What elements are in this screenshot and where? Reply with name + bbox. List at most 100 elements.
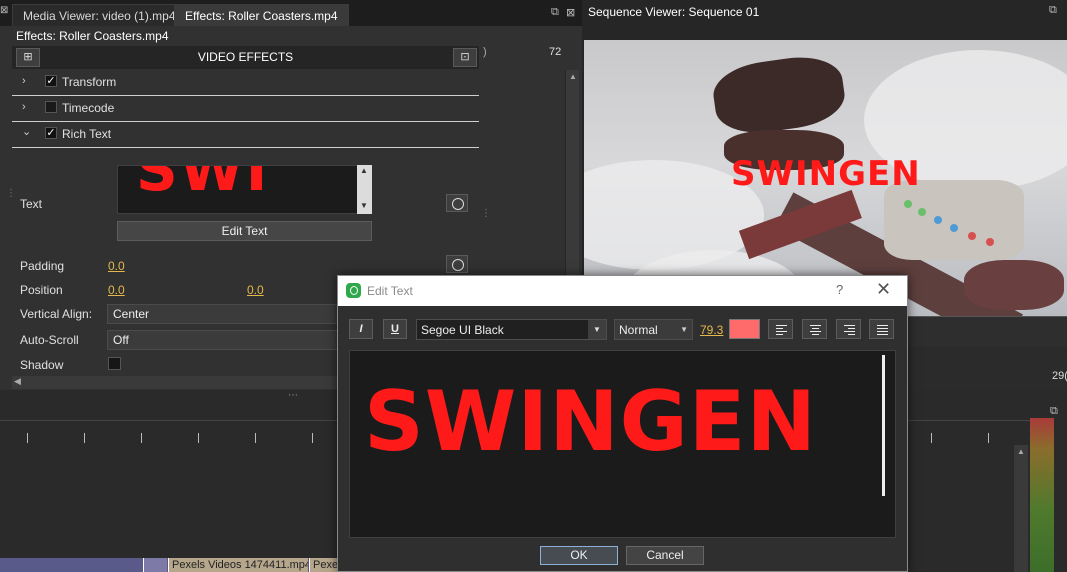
font-family-select[interactable]: Segoe UI Black ▼	[416, 319, 607, 340]
tab-scroll-left-icon[interactable]: ⊠	[0, 5, 8, 16]
light-dot	[950, 224, 958, 232]
effect-enable-checkbox[interactable]: ✓	[45, 75, 57, 87]
effect-row-timecode[interactable]: › Timecode	[12, 96, 479, 122]
panel-close-icon[interactable]: ⊠	[566, 6, 575, 19]
position-x-value[interactable]: 0.0	[108, 283, 125, 297]
italic-button[interactable]: I	[349, 319, 373, 339]
text-param-label: Text	[20, 197, 43, 211]
audio-meter-scrollbar[interactable]: ▲	[1014, 445, 1028, 572]
chevron-down-icon[interactable]: ▼	[588, 320, 606, 339]
resize-grip[interactable]: ⋯	[288, 390, 298, 401]
resize-grip[interactable]: ⋮	[6, 188, 16, 199]
effect-enable-checkbox[interactable]: ✓	[45, 127, 57, 139]
effect-label: Rich Text	[62, 127, 112, 141]
panel-restore-icon[interactable]: ⧉	[1049, 4, 1057, 17]
align-left-button[interactable]	[768, 319, 793, 339]
scroll-up-icon[interactable]: ▲	[360, 166, 368, 175]
timeline-clip[interactable]	[143, 558, 167, 572]
video-effects-header: VIDEO EFFECTS ⊞ ⊡	[12, 46, 479, 69]
ruler-tick	[931, 433, 932, 443]
panel-restore-icon[interactable]: ⧉	[1050, 405, 1058, 418]
timeline-clip[interactable]: Pexe	[309, 558, 340, 572]
scroll-down-icon[interactable]: ▼	[360, 201, 368, 210]
effect-row-transform[interactable]: › ✓ Transform	[12, 70, 479, 96]
sequence-timecode: 29(	[1052, 370, 1067, 382]
align-left-icon	[776, 325, 787, 337]
position-y-value[interactable]: 0.0	[247, 283, 264, 297]
vertical-align-label: Vertical Align:	[20, 307, 93, 321]
ruler-tick	[27, 433, 28, 443]
rich-text-preview[interactable]: SWI	[117, 165, 372, 214]
timeline-clip[interactable]: Pexels Videos 1474411.mp4	[168, 558, 308, 572]
font-size-value[interactable]: 79.3	[700, 323, 723, 337]
ruler-tick	[198, 433, 199, 443]
ruler-tick	[988, 433, 989, 443]
align-right-button[interactable]	[836, 319, 861, 339]
font-weight-value: Normal	[619, 323, 658, 337]
position-label: Position	[20, 283, 63, 297]
effect-enable-checkbox[interactable]	[45, 101, 57, 113]
time-ruler: ) 72	[483, 46, 565, 68]
resize-grip[interactable]: ⋮	[481, 208, 491, 219]
light-dot	[934, 216, 942, 224]
effects-vertical-scrollbar[interactable]: ▲	[565, 70, 579, 284]
padding-value[interactable]: 0.0	[108, 259, 125, 273]
add-effect-icon: ⊞	[23, 51, 33, 63]
ruler-label: 72	[549, 46, 562, 58]
light-dot	[918, 208, 926, 216]
align-justify-button[interactable]	[869, 319, 894, 339]
tab-effects[interactable]: Effects: Roller Coasters.mp4	[174, 4, 349, 26]
add-effect-button[interactable]: ⊞	[16, 48, 40, 67]
chevron-right-icon[interactable]: ›	[22, 101, 26, 113]
ruler-tick	[255, 433, 256, 443]
tab-bar: Media Viewer: video (1).mp4 Effects: Rol…	[0, 0, 582, 26]
shadow-label: Shadow	[20, 358, 64, 372]
chevron-down-icon[interactable]: ⌄	[22, 125, 31, 138]
font-weight-select[interactable]: Normal ▼	[614, 319, 693, 340]
close-button[interactable]: ✕	[876, 279, 891, 300]
align-right-icon	[844, 325, 855, 337]
light-dot	[986, 238, 994, 246]
effects-horizontal-scrollbar[interactable]: ◀	[12, 376, 342, 389]
auto-scroll-select[interactable]: Off	[107, 330, 347, 350]
shadow-checkbox[interactable]	[108, 357, 121, 370]
auto-scroll-label: Auto-Scroll	[20, 333, 79, 347]
underline-button[interactable]: U	[383, 319, 407, 339]
scroll-left-icon[interactable]: ◀	[14, 376, 21, 387]
rich-text-editor[interactable]: SWINGEN	[349, 350, 896, 538]
editor-text: SWINGEN	[364, 373, 817, 470]
padding-label: Padding	[20, 259, 65, 273]
ruler-tick	[84, 433, 85, 443]
text-color-swatch[interactable]	[729, 319, 760, 339]
font-family-value: Segoe UI Black	[421, 323, 504, 337]
timeline-track: Pexels Videos 1474411.mp4 Pexe	[0, 558, 340, 572]
scroll-up-icon[interactable]: ▲	[1017, 447, 1025, 456]
chevron-right-icon[interactable]: ›	[22, 75, 26, 87]
tab-media-viewer[interactable]: Media Viewer: video (1).mp4	[12, 4, 187, 26]
effect-row-rich-text[interactable]: ⌄ ✓ Rich Text	[12, 122, 479, 148]
padding-keyframe-button[interactable]	[446, 255, 468, 273]
effect-label: Timecode	[62, 101, 115, 115]
align-center-icon	[810, 325, 821, 337]
image-add-icon: ⊡	[460, 51, 470, 63]
editor-scrollbar[interactable]	[882, 355, 885, 496]
effects-panel-title: Effects: Roller Coasters.mp4	[16, 29, 169, 43]
edit-text-button[interactable]: Edit Text	[117, 221, 372, 241]
ok-button[interactable]: OK	[540, 546, 618, 565]
text-keyframe-button[interactable]	[446, 194, 468, 212]
rich-text-preview-text: SWI	[136, 165, 270, 204]
ride-gondola	[964, 260, 1064, 310]
align-justify-icon	[877, 325, 888, 337]
cancel-button[interactable]: Cancel	[626, 546, 704, 565]
preview-scrollbar[interactable]: ▲ ▼	[357, 165, 372, 214]
dialog-titlebar[interactable]: Edit Text ? ✕	[338, 276, 907, 306]
scroll-up-icon[interactable]: ▲	[569, 72, 577, 81]
add-image-effect-button[interactable]: ⊡	[453, 48, 477, 67]
effect-label: Transform	[62, 75, 117, 89]
video-effects-title: VIDEO EFFECTS	[197, 50, 294, 64]
help-button[interactable]: ?	[836, 282, 843, 297]
panel-restore-icon[interactable]: ⧉	[551, 6, 559, 19]
chevron-down-icon[interactable]: ▼	[680, 325, 688, 334]
align-center-button[interactable]	[802, 319, 827, 339]
vertical-align-select[interactable]: Center	[107, 304, 347, 324]
